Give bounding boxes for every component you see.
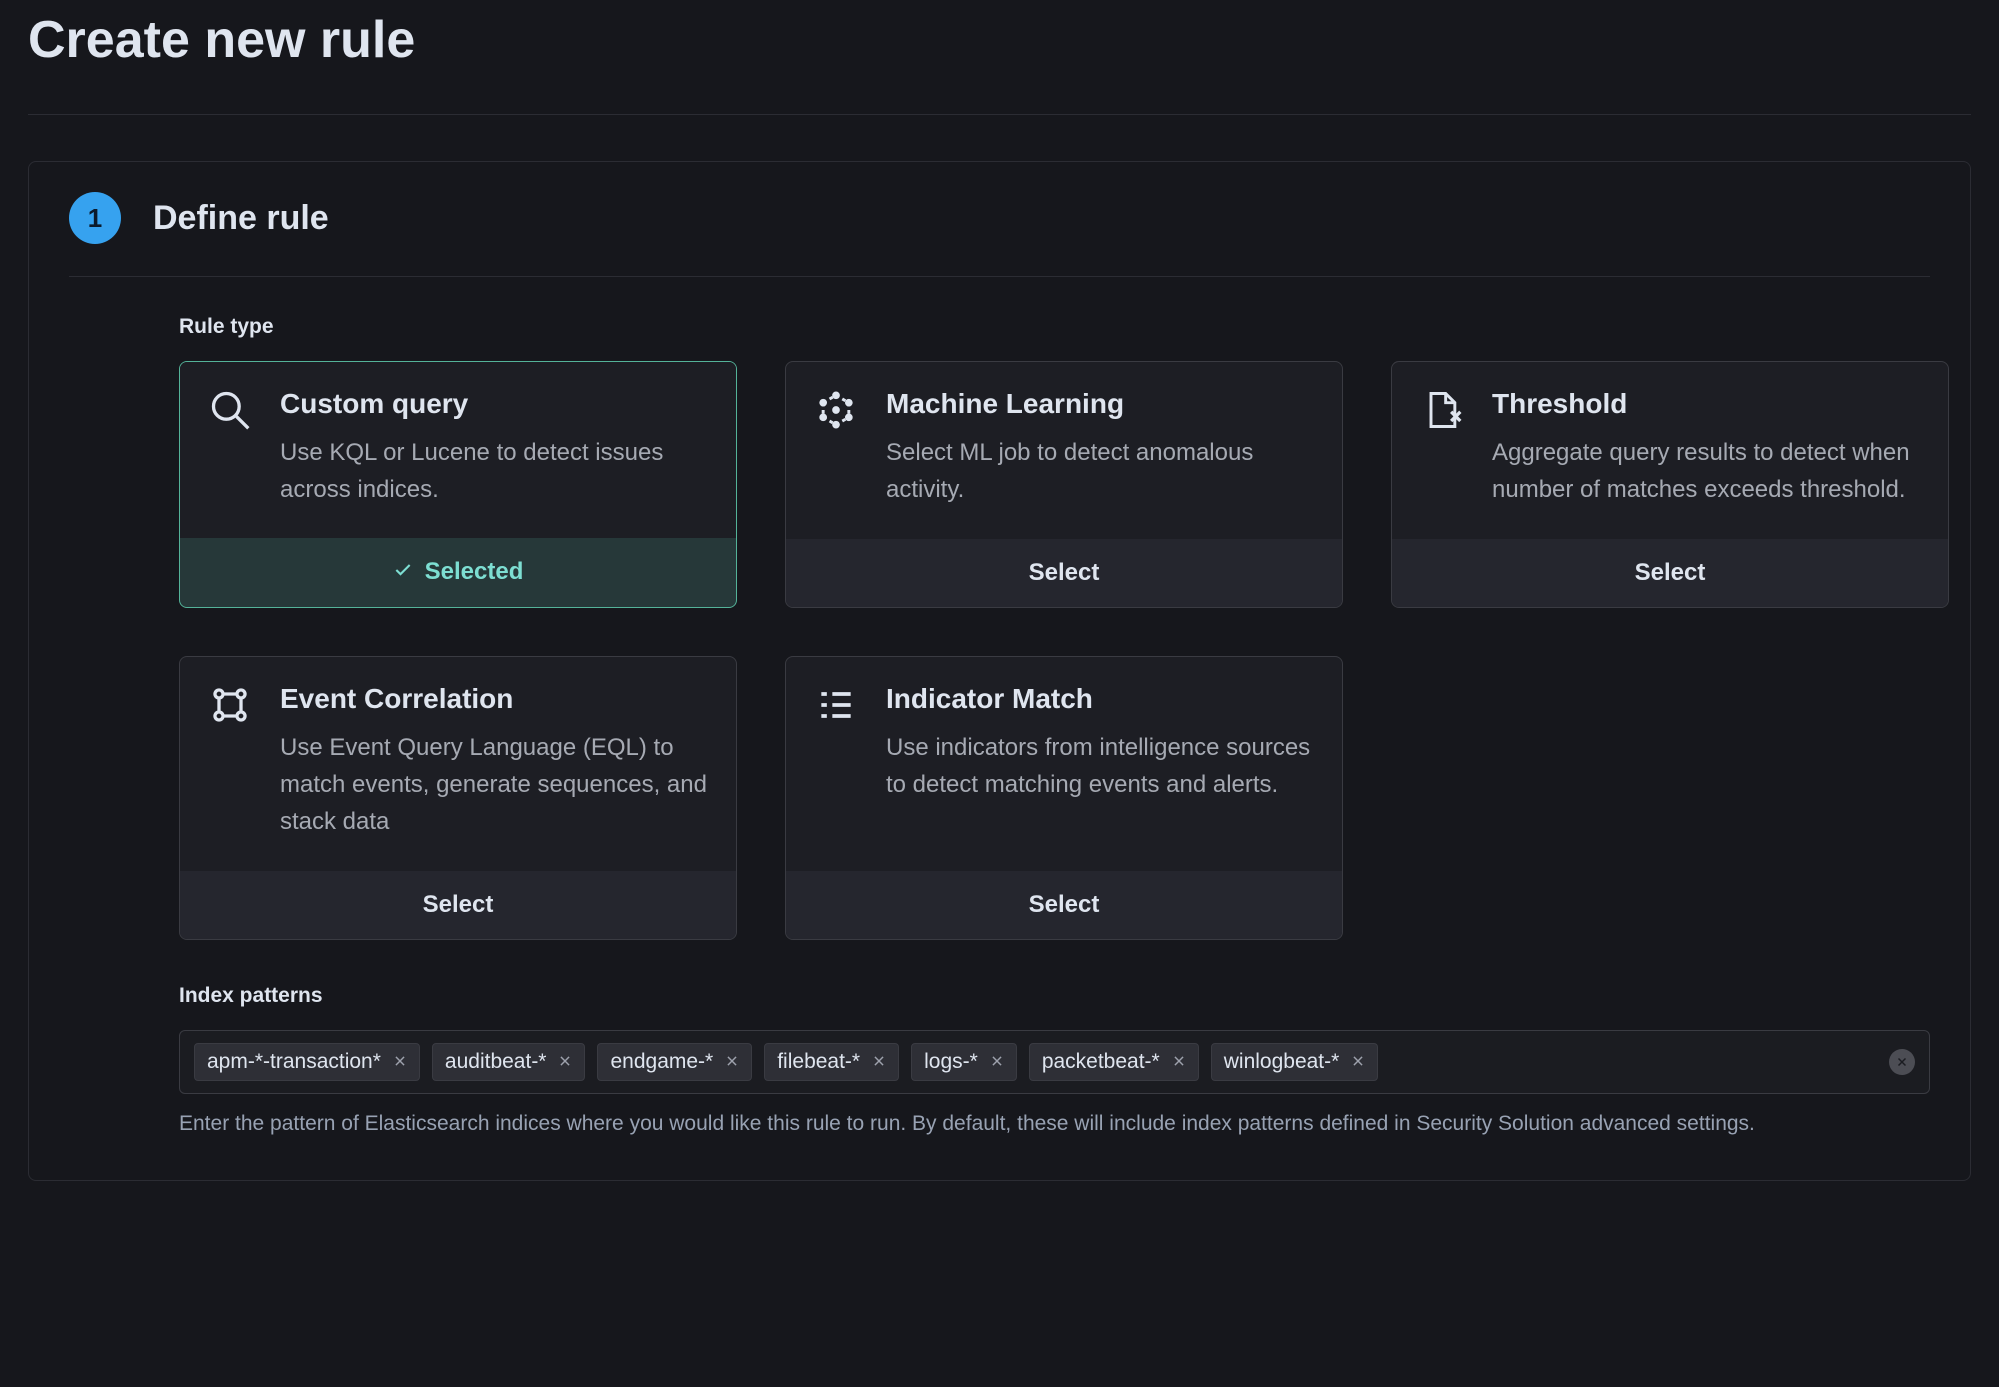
close-icon[interactable]: [393, 1053, 407, 1071]
card-footer-selected: Selected: [180, 538, 736, 607]
card-desc: Use KQL or Lucene to detect issues acros…: [280, 434, 710, 508]
event-correlation-icon: [206, 683, 254, 731]
list-icon: [812, 683, 860, 731]
select-button[interactable]: Select: [786, 539, 1342, 607]
index-pattern-pill[interactable]: filebeat-*: [764, 1043, 899, 1081]
rule-type-card-event-correlation[interactable]: Event Correlation Use Event Query Langua…: [179, 656, 737, 940]
card-desc: Use Event Query Language (EQL) to match …: [280, 729, 710, 841]
card-title: Machine Learning: [886, 388, 1316, 420]
document-icon: [1418, 388, 1466, 436]
index-patterns-label: Index patterns: [179, 984, 1930, 1008]
card-title: Event Correlation: [280, 683, 710, 715]
pill-label: packetbeat-*: [1042, 1050, 1160, 1074]
pill-label: filebeat-*: [777, 1050, 860, 1074]
rule-type-card-custom-query[interactable]: Custom query Use KQL or Lucene to detect…: [179, 361, 737, 608]
rule-type-card-threshold[interactable]: Threshold Aggregate query results to det…: [1391, 361, 1949, 608]
rule-type-card-indicator-match[interactable]: Indicator Match Use indicators from inte…: [785, 656, 1343, 940]
select-button[interactable]: Select: [180, 871, 736, 939]
card-desc: Aggregate query results to detect when n…: [1492, 434, 1922, 508]
index-patterns-help-text: Enter the pattern of Elasticsearch indic…: [179, 1108, 1930, 1141]
machine-learning-icon: [812, 388, 860, 436]
step-header: 1 Define rule: [69, 192, 1930, 277]
search-icon: [206, 388, 254, 436]
pill-label: winlogbeat-*: [1224, 1050, 1340, 1074]
index-pattern-pill[interactable]: logs-*: [911, 1043, 1017, 1081]
rule-type-cards: Custom query Use KQL or Lucene to detect…: [179, 361, 1930, 940]
index-pattern-pill[interactable]: winlogbeat-*: [1211, 1043, 1379, 1081]
select-button[interactable]: Select: [786, 871, 1342, 939]
clear-all-button[interactable]: [1889, 1049, 1915, 1075]
pill-label: apm-*-transaction*: [207, 1050, 381, 1074]
rule-type-card-machine-learning[interactable]: Machine Learning Select ML job to detect…: [785, 361, 1343, 608]
check-icon: [393, 559, 413, 587]
select-button[interactable]: Select: [1392, 539, 1948, 607]
rule-type-label: Rule type: [179, 315, 1930, 339]
pill-label: endgame-*: [610, 1050, 713, 1074]
page-title: Create new rule: [28, 0, 1971, 115]
card-desc: Use indicators from intelligence sources…: [886, 729, 1316, 803]
close-icon[interactable]: [872, 1053, 886, 1071]
close-icon[interactable]: [1172, 1053, 1186, 1071]
index-patterns-input[interactable]: apm-*-transaction* auditbeat-* endgame-*: [179, 1030, 1930, 1094]
close-icon[interactable]: [990, 1053, 1004, 1071]
index-pattern-pill[interactable]: endgame-*: [597, 1043, 752, 1081]
card-title: Indicator Match: [886, 683, 1316, 715]
pill-label: logs-*: [924, 1050, 978, 1074]
define-rule-panel: 1 Define rule Rule type: [28, 161, 1971, 1181]
index-pattern-pill[interactable]: packetbeat-*: [1029, 1043, 1199, 1081]
index-pattern-pill[interactable]: apm-*-transaction*: [194, 1043, 420, 1081]
close-icon[interactable]: [725, 1053, 739, 1071]
pill-label: auditbeat-*: [445, 1050, 547, 1074]
card-title: Threshold: [1492, 388, 1922, 420]
step-title: Define rule: [153, 199, 329, 238]
selected-label: Selected: [425, 558, 524, 585]
close-icon[interactable]: [1351, 1053, 1365, 1071]
step-number-badge: 1: [69, 192, 121, 244]
close-icon[interactable]: [558, 1053, 572, 1071]
card-desc: Select ML job to detect anomalous activi…: [886, 434, 1316, 508]
index-pattern-pill[interactable]: auditbeat-*: [432, 1043, 586, 1081]
card-title: Custom query: [280, 388, 710, 420]
